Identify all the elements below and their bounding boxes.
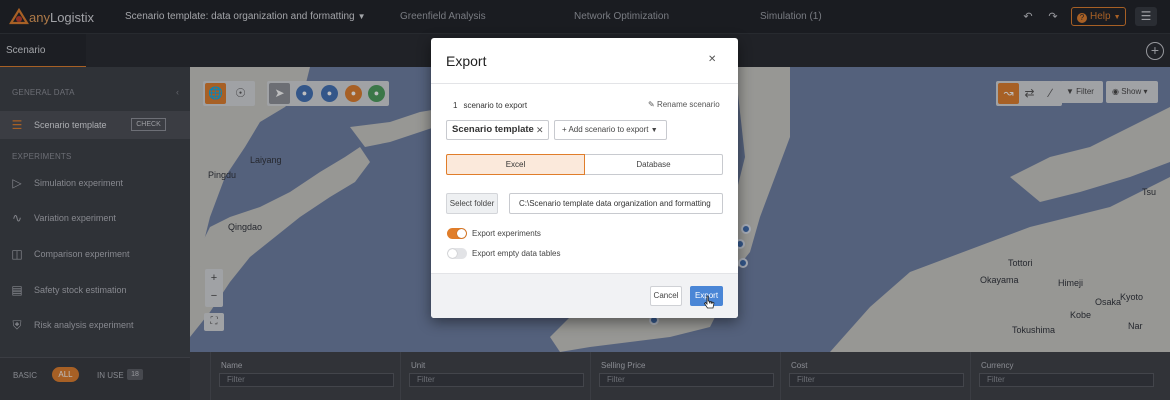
remove-scenario-icon[interactable]: ✕ <box>536 121 544 139</box>
export-experiments-toggle[interactable] <box>447 228 467 239</box>
export-empty-tables-toggle[interactable] <box>447 248 467 259</box>
plus-icon: + <box>562 125 567 134</box>
divider <box>431 83 738 84</box>
toggle-knob <box>457 229 466 238</box>
dialog-title: Export <box>446 53 487 69</box>
format-option-excel[interactable]: Excel <box>446 154 585 175</box>
dialog-footer: Cancel Export <box>431 273 738 318</box>
select-folder-button[interactable]: Select folder <box>446 193 498 214</box>
toggle-knob <box>448 249 457 258</box>
toggle-label: Export empty data tables <box>472 249 561 258</box>
scenario-chip: Scenario template ✕ <box>446 120 549 140</box>
chevron-down-icon: ▼ <box>650 127 658 134</box>
export-dialog: Export ✕ 1 scenario to export ✎ Rename sc… <box>431 38 738 318</box>
pencil-icon: ✎ <box>648 100 655 109</box>
cancel-button[interactable]: Cancel <box>650 286 682 306</box>
scenario-count-label: 1 scenario to export <box>453 101 528 110</box>
add-scenario-dropdown[interactable]: + Add scenario to export ▼ <box>554 120 667 140</box>
folder-path-input[interactable]: C:\Scenario template data organization a… <box>509 193 723 214</box>
rename-scenario-link[interactable]: ✎ Rename scenario <box>648 100 720 109</box>
close-icon[interactable]: ✕ <box>708 54 716 65</box>
toggle-label: Export experiments <box>472 229 541 238</box>
scenario-count: 1 <box>453 101 458 110</box>
format-option-database[interactable]: Database <box>585 154 723 175</box>
mouse-cursor-icon <box>704 295 715 309</box>
